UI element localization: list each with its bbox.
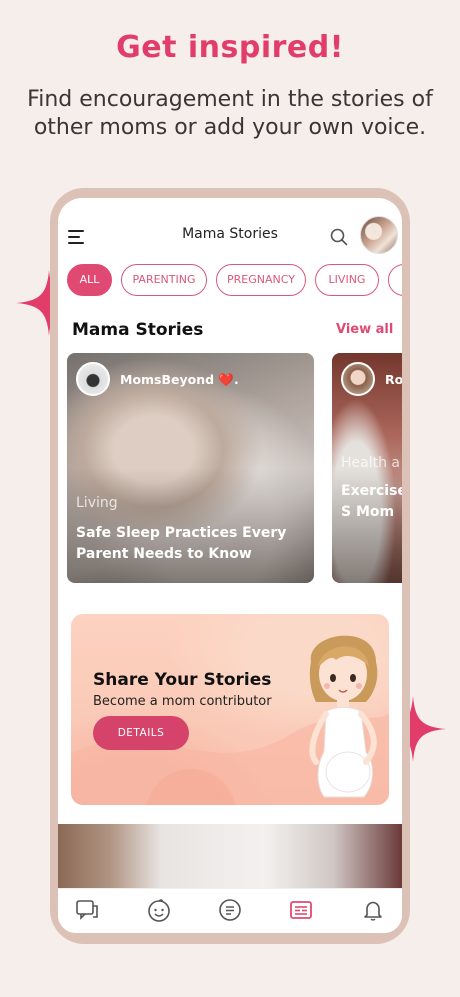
baby-face-icon[interactable] bbox=[146, 897, 172, 923]
chat-icon[interactable] bbox=[74, 897, 100, 923]
stories-icon[interactable] bbox=[288, 897, 314, 923]
author-avatar bbox=[341, 362, 375, 396]
details-button[interactable]: DETAILS bbox=[93, 716, 189, 750]
author-avatar bbox=[76, 362, 110, 396]
bottom-tab-bar bbox=[58, 888, 402, 933]
headline: Get inspired! bbox=[116, 30, 344, 65]
pregnant-mom-illustration bbox=[309, 635, 378, 798]
app-title: Mama Stories bbox=[182, 226, 278, 242]
filter-chip-pregnancy[interactable]: PREGNANCY bbox=[216, 264, 306, 296]
filter-chip-living[interactable]: LIVING bbox=[315, 264, 379, 296]
filter-chip-more[interactable] bbox=[388, 264, 402, 296]
subheadline: Find encouragement in the stories of oth… bbox=[27, 87, 433, 140]
story-card[interactable]: Ro Health a Exercise Nutritio How to S M… bbox=[332, 353, 402, 583]
top-bar: Mama Stories bbox=[58, 198, 402, 272]
profile-avatar[interactable] bbox=[360, 216, 398, 254]
filter-chip-parenting[interactable]: PARENTING bbox=[121, 264, 207, 296]
view-all-link[interactable]: View all bbox=[336, 322, 393, 337]
search-icon[interactable] bbox=[330, 228, 348, 246]
share-stories-banner: Share Your Stories Become a mom contribu… bbox=[71, 614, 389, 805]
bell-icon[interactable] bbox=[360, 897, 386, 923]
section-title: Mama Stories bbox=[72, 320, 204, 340]
story-author: MomsBeyond ❤️. bbox=[120, 372, 239, 387]
story-category: Health a bbox=[341, 455, 401, 471]
story-category: Living bbox=[76, 495, 118, 511]
story-author: Ro bbox=[385, 372, 402, 387]
category-filters: ALL PARENTING PREGNANCY LIVING bbox=[67, 264, 402, 298]
filter-chip-all[interactable]: ALL bbox=[67, 264, 112, 296]
story-title: Safe Sleep Practices Every Parent Needs … bbox=[76, 525, 287, 562]
banner-subtitle: Become a mom contributor bbox=[93, 694, 272, 709]
message-icon[interactable] bbox=[217, 897, 243, 923]
story-card[interactable]: MomsBeyond ❤️. Living Safe Sleep Practic… bbox=[67, 353, 314, 583]
banner-title: Share Your Stories bbox=[93, 670, 272, 690]
story-title: Exercise Nutritio How to S Mom bbox=[341, 483, 402, 520]
story-preview-strip[interactable] bbox=[58, 824, 402, 890]
app-screen: Mama Stories ALL PARENTING PREGNANCY LIV… bbox=[58, 198, 402, 933]
